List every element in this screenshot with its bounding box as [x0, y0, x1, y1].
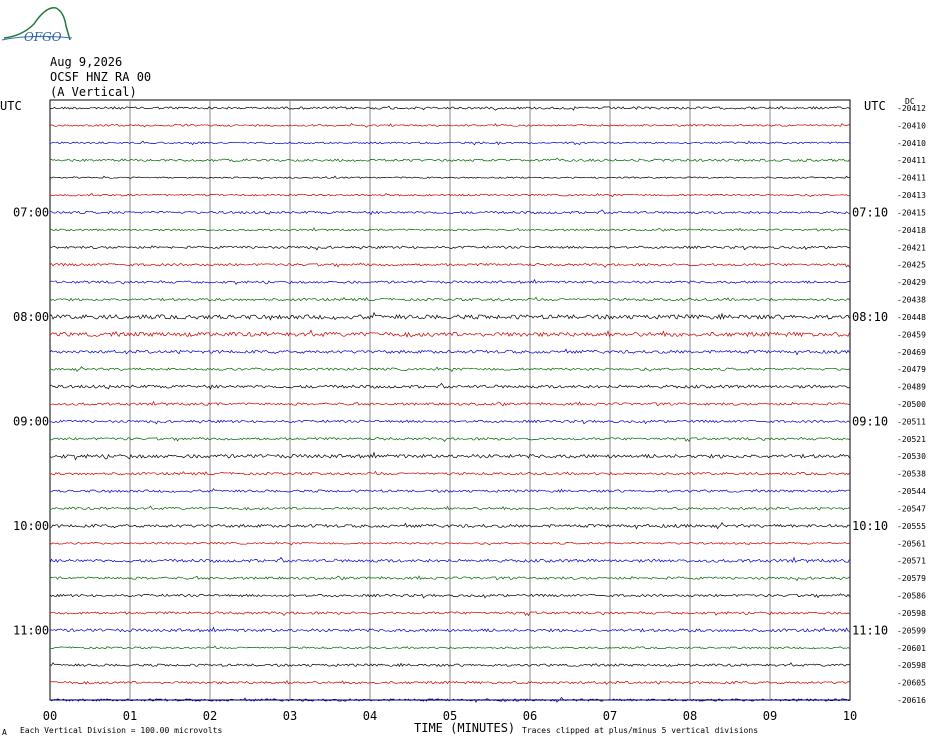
- trace-offset-label: -20616: [897, 696, 926, 705]
- trace-offset-label: -20544: [897, 487, 926, 496]
- trace-offset-label: -20418: [897, 226, 926, 235]
- trace-offset-label: -20598: [897, 661, 926, 670]
- trace-offset-label: -20489: [897, 383, 926, 392]
- right-time-label: 10:10: [852, 519, 888, 533]
- trace-offset-label: -20601: [897, 644, 926, 653]
- trace-offset-label: -20415: [897, 209, 926, 218]
- right-dc-label: DC: [905, 97, 915, 106]
- trace-offset-label: -20511: [897, 417, 926, 426]
- x-axis-title: TIME (MINUTES): [414, 721, 515, 735]
- trace-offset-label: -20500: [897, 400, 926, 409]
- x-tick-label: 06: [523, 709, 537, 723]
- left-time-label: 07:00: [13, 206, 49, 220]
- trace-offset-label: -20469: [897, 348, 926, 357]
- trace-offset-label: -20448: [897, 313, 926, 322]
- trace-offset-label: -20411: [897, 156, 926, 165]
- trace-offset-label: -20479: [897, 365, 926, 374]
- trace-offset-label: -20410: [897, 121, 926, 130]
- x-tick-label: 08: [683, 709, 697, 723]
- trace-offset-label: -20586: [897, 592, 926, 601]
- trace-offset-label: -20547: [897, 505, 926, 514]
- x-tick-label: 09: [763, 709, 777, 723]
- trace-offset-label: -20459: [897, 330, 926, 339]
- trace-offset-label: -20561: [897, 539, 926, 548]
- left-time-label: 11:00: [13, 623, 49, 637]
- x-tick-label: 00: [43, 709, 57, 723]
- right-time-label: 11:10: [852, 623, 888, 637]
- x-tick-label: 07: [603, 709, 617, 723]
- trace-offset-label: -20421: [897, 243, 926, 252]
- trace-offset-label: -20411: [897, 174, 926, 183]
- left-time-label: 09:00: [13, 414, 49, 428]
- trace-offset-label: -20598: [897, 609, 926, 618]
- scale-note: Each Vertical Division = 100.00 microvol…: [20, 726, 222, 735]
- left-time-label: 10:00: [13, 519, 49, 533]
- trace-offset-label: -20413: [897, 191, 926, 200]
- left-utc-label: UTC: [0, 99, 22, 113]
- left-time-label: 08:00: [13, 310, 49, 324]
- right-time-label: 09:10: [852, 414, 888, 428]
- trace-offset-label: -20555: [897, 522, 926, 531]
- trace-offset-label: -20521: [897, 435, 926, 444]
- trace-offset-label: -20429: [897, 278, 926, 287]
- trace-offset-label: -20530: [897, 452, 926, 461]
- x-tick-label: 10: [843, 709, 857, 723]
- trace-offset-label: -20605: [897, 679, 926, 688]
- trace-offset-label: -20571: [897, 557, 926, 566]
- corner-mark: A: [2, 728, 7, 737]
- trace-offset-label: -20579: [897, 574, 926, 583]
- trace-offset-label: -20438: [897, 296, 926, 305]
- right-time-label: 07:10: [852, 206, 888, 220]
- right-time-label: 08:10: [852, 310, 888, 324]
- plot-grid: [49, 99, 851, 701]
- trace-offset-label: -20599: [897, 626, 926, 635]
- clip-note: Traces clipped at plus/minus 5 vertical …: [522, 726, 758, 735]
- x-tick-label: 03: [283, 709, 297, 723]
- x-tick-label: 02: [203, 709, 217, 723]
- x-tick-label: 04: [363, 709, 377, 723]
- helicorder-plot: -20412-20410-20410-20411-20411-20413-204…: [0, 97, 926, 737]
- trace-offset-label: -20410: [897, 139, 926, 148]
- trace-offset-label: -20538: [897, 470, 926, 479]
- x-tick-label: 01: [123, 709, 137, 723]
- right-utc-label: UTC: [864, 99, 886, 113]
- trace-offset-label: -20425: [897, 261, 926, 270]
